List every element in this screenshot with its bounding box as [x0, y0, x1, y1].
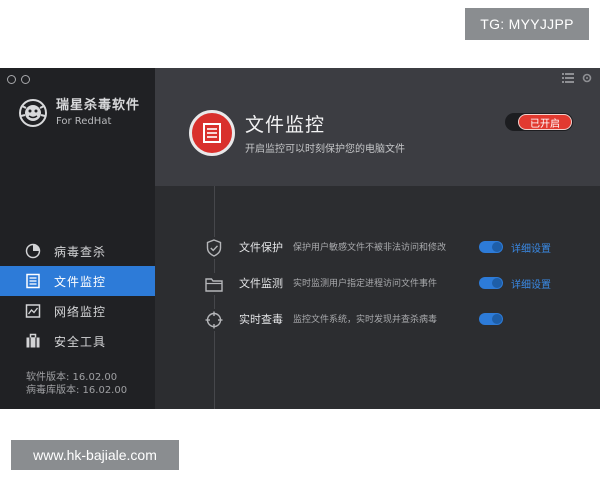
file-monitor-icon — [24, 272, 42, 290]
pie-chart-icon — [24, 242, 42, 260]
sidebar-item-security-tools[interactable]: 安全工具 — [0, 326, 155, 356]
window-controls — [7, 75, 30, 84]
close-window-button[interactable] — [7, 75, 16, 84]
topbar-icons — [562, 73, 592, 83]
crosshair-icon — [203, 309, 225, 331]
file-detection-settings-link[interactable]: 详细设置 — [511, 276, 551, 291]
folder-icon — [203, 273, 225, 295]
sidebar-item-label: 病毒查杀 — [54, 244, 107, 259]
app-name: 瑞星杀毒软件 — [56, 98, 141, 113]
sidebar: 瑞星杀毒软件 For RedHat 病毒查杀 文件监控 网络监控 安全工具 软件… — [0, 68, 155, 409]
feature-list: 文件保护 保护用户敏感文件不被非法访问和修改 详细设置 文件监测 实时监测用户指… — [155, 186, 600, 409]
sidebar-nav: 病毒查杀 文件监控 网络监控 安全工具 — [0, 236, 155, 356]
shield-check-icon — [203, 237, 225, 259]
page-title: 文件监控 — [245, 114, 326, 136]
watermark-top: TG: MYYJJPP — [465, 8, 589, 40]
feature-header: 文件监控 开启监控可以时刻保护您的电脑文件 已开启 — [155, 68, 600, 186]
app-window: 瑞星杀毒软件 For RedHat 病毒查杀 文件监控 网络监控 安全工具 软件… — [0, 68, 600, 409]
file-monitor-icon — [189, 110, 235, 156]
monitor-status-toggle[interactable]: 已开启 — [505, 113, 573, 131]
sidebar-item-virus-scan[interactable]: 病毒查杀 — [0, 236, 155, 266]
list-menu-icon[interactable] — [562, 73, 574, 83]
toggle-knob — [492, 242, 502, 252]
sidebar-item-label: 文件监控 — [54, 274, 107, 289]
sidebar-item-network-monitor[interactable]: 网络监控 — [0, 296, 155, 326]
app-logo: 瑞星杀毒软件 For RedHat — [18, 98, 140, 128]
feature-row-file-protection: 文件保护 保护用户敏感文件不被非法访问和修改 详细设置 — [195, 234, 595, 260]
status-badge: 已开启 — [518, 114, 572, 130]
toolbox-icon — [24, 332, 42, 350]
feature-title: 实时查毒 — [239, 313, 283, 326]
feature-description: 监控文件系统，实时发现并查杀病毒 — [293, 315, 438, 325]
feature-title: 文件监测 — [239, 277, 283, 290]
file-protection-settings-link[interactable]: 详细设置 — [511, 240, 551, 255]
toggle-knob — [492, 278, 502, 288]
realtime-scan-toggle[interactable] — [479, 313, 503, 325]
sidebar-item-file-monitor[interactable]: 文件监控 — [0, 266, 155, 296]
version-info: 软件版本: 16.02.00 病毒库版本: 16.02.00 — [26, 371, 127, 397]
network-chart-icon — [24, 302, 42, 320]
software-version: 软件版本: 16.02.00 — [26, 372, 118, 383]
feature-description: 实时监测用户指定进程访问文件事件 — [293, 279, 438, 289]
feature-row-file-detection: 文件监测 实时监测用户指定进程访问文件事件 详细设置 — [195, 270, 595, 296]
timeline-divider — [214, 186, 215, 409]
file-detection-toggle[interactable] — [479, 277, 503, 289]
feature-title: 文件保护 — [239, 241, 283, 254]
app-subtitle: For RedHat — [56, 116, 112, 127]
toggle-knob — [492, 314, 502, 324]
feature-row-realtime-scan: 实时查毒 监控文件系统，实时发现并查杀病毒 — [195, 306, 595, 332]
virus-db-version: 病毒库版本: 16.02.00 — [26, 385, 128, 396]
page-description: 开启监控可以时刻保护您的电脑文件 — [245, 144, 405, 155]
feature-description: 保护用户敏感文件不被非法访问和修改 — [293, 243, 447, 253]
file-protection-toggle[interactable] — [479, 241, 503, 253]
sidebar-item-label: 安全工具 — [54, 334, 107, 349]
settings-icon[interactable] — [582, 73, 592, 83]
watermark-bottom: www.hk-bajiale.com — [11, 440, 179, 470]
sidebar-item-label: 网络监控 — [54, 304, 107, 319]
minimize-window-button[interactable] — [21, 75, 30, 84]
lion-logo-icon — [19, 99, 47, 127]
main-panel: 文件监控 开启监控可以时刻保护您的电脑文件 已开启 文件保护 保护用户敏感文件不… — [155, 68, 600, 409]
